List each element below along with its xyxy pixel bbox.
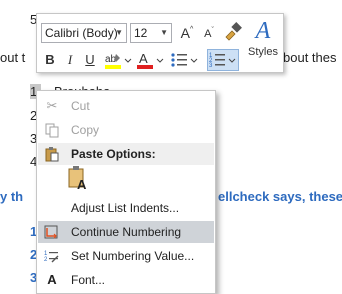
underline-button[interactable]: U (81, 50, 99, 70)
set-numbering-value-icon: 12 (44, 248, 60, 264)
menu-item-font[interactable]: A Font... (38, 269, 214, 291)
scissors-icon: ✂ (46, 98, 58, 113)
clipboard-icon (44, 146, 60, 162)
menu-header-paste-options: Paste Options: (38, 143, 214, 165)
menu-item-continue-numbering[interactable]: Continue Numbering (38, 221, 214, 243)
font-color-icon: A (137, 51, 164, 69)
numbering-icon: 1 2 3 (209, 53, 236, 69)
numbering-button[interactable]: 1 2 3 (207, 49, 239, 71)
font-icon: A (47, 272, 57, 287)
font-size-select[interactable]: 12 ▼ (130, 23, 172, 43)
menu-item-label: Copy (71, 123, 100, 137)
font-color-button[interactable]: A (135, 50, 165, 70)
doc-text-fragment-right: bout thes (283, 50, 337, 65)
bullets-icon (171, 53, 198, 67)
svg-text:3: 3 (209, 63, 213, 69)
continue-numbering-icon (44, 224, 60, 240)
svg-text:A: A (139, 51, 148, 66)
styles-icon: A (255, 18, 271, 44)
styles-label: Styles (248, 46, 278, 58)
menu-item-adjust-list-indents[interactable]: Adjust List Indents... (38, 197, 214, 219)
mini-toolbar: Calibri (Body) ▼ 12 ▼ A^ Aˇ A Styles B I… (36, 13, 284, 73)
highlighter-icon: ab (105, 54, 132, 69)
keep-text-only-icon: A (68, 166, 87, 192)
bold-button[interactable]: B (41, 50, 59, 70)
caret-down-icon: ˇ (211, 27, 214, 34)
doc-heading-right: ellcheck says, these (218, 189, 342, 204)
doc-heading-left: y th (0, 189, 24, 204)
doc-text-fragment-left: out t (0, 50, 26, 65)
menu-item-label: Adjust List Indents... (71, 201, 180, 215)
menu-item-label: Set Numbering Value... (71, 249, 195, 263)
highlight-color-button[interactable]: ab (103, 50, 133, 70)
bullets-button[interactable] (169, 50, 199, 70)
font-name-select[interactable]: Calibri (Body) ▼ (41, 23, 127, 43)
font-size-value: 12 (134, 26, 148, 40)
chevron-down-icon: ▼ (160, 28, 168, 37)
format-painter-button[interactable] (222, 21, 244, 41)
grow-font-icon: A (180, 25, 191, 41)
format-painter-icon (225, 22, 242, 41)
font-name-value: Calibri (Body) (45, 26, 118, 40)
menu-item-cut[interactable]: ✂ Cut (38, 95, 214, 117)
grow-font-button[interactable]: A^ (178, 23, 196, 43)
context-menu: ✂ Cut Copy Paste Options: A Adjust List … (36, 90, 216, 294)
svg-text:A: A (77, 177, 87, 191)
italic-button[interactable]: I (61, 50, 79, 70)
styles-button[interactable]: A Styles (244, 17, 282, 71)
menu-item-label: Cut (71, 99, 90, 113)
shrink-font-icon: A (204, 28, 212, 40)
menu-item-set-numbering-value[interactable]: 12 Set Numbering Value... (38, 245, 214, 267)
menu-item-copy[interactable]: Copy (38, 119, 214, 141)
copy-icon (44, 122, 60, 138)
svg-text:2: 2 (44, 257, 48, 263)
paste-keep-text-only-button[interactable]: A (67, 165, 91, 192)
menu-item-label: Continue Numbering (71, 225, 182, 239)
caret-up-icon: ^ (190, 26, 194, 33)
shrink-font-button[interactable]: Aˇ (200, 24, 218, 44)
chevron-down-icon: ▼ (115, 28, 123, 37)
menu-item-label: Paste Options: (71, 147, 156, 161)
menu-item-label: Font... (71, 273, 106, 287)
